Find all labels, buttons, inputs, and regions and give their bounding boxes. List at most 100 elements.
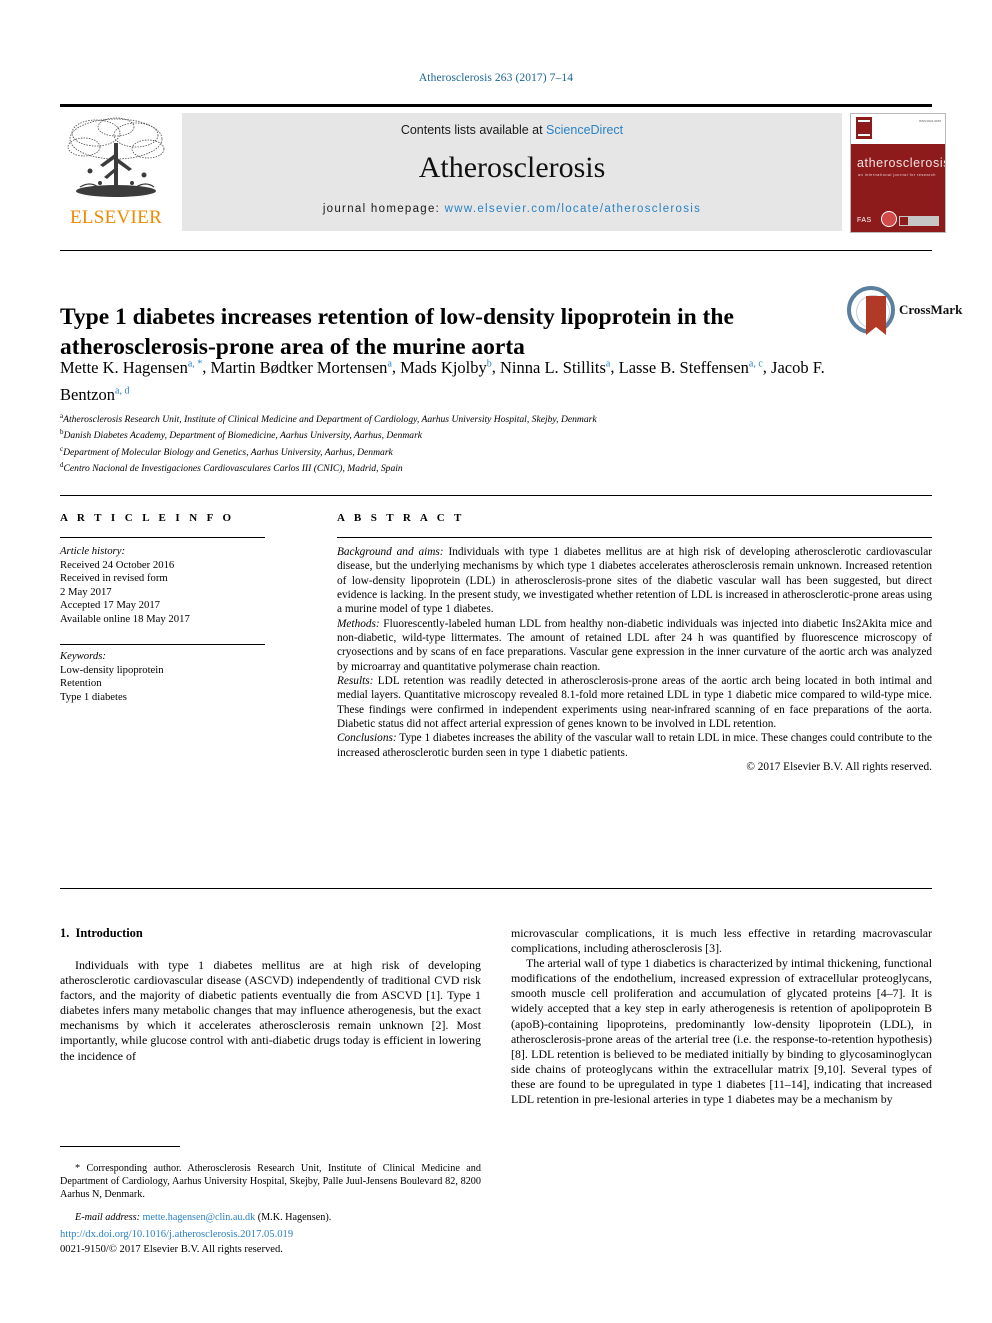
author-list: Mette K. Hagensena, *, Martin Bødtker Mo… [60, 357, 825, 405]
email-owner: (M.K. Hagensen). [257, 1212, 332, 1224]
journal-banner: Contents lists available at ScienceDirec… [182, 113, 842, 231]
keyword-item: Low-density lipoprotein [60, 663, 164, 676]
article-history-label: Article history: [60, 545, 126, 557]
affiliation-item: cDepartment of Molecular Biology and Gen… [60, 443, 880, 459]
journal-masthead: ELSEVIER Contents lists available at Sci… [60, 104, 946, 235]
running-head: Atherosclerosis 263 (2017) 7–14 [418, 72, 574, 84]
body-paragraph: The arterial wall of type 1 diabetics is… [511, 956, 932, 1107]
author-affil-marks[interactable]: b [487, 358, 492, 369]
elsevier-tree-logo: ELSEVIER [60, 113, 172, 231]
history-item: 2 May 2017 [60, 585, 112, 598]
keyword-item: Retention [60, 677, 102, 690]
homepage-label: journal homepage: [322, 203, 445, 215]
abstract-paragraph: Conclusions: Type 1 diabetes increases t… [337, 731, 932, 760]
affiliation-text: Department of Molecular Biology and Gene… [63, 446, 393, 458]
history-item: Accepted 17 May 2017 [60, 599, 161, 612]
footnote-divider [60, 1146, 180, 1147]
cover-seal-icon [881, 211, 897, 227]
body-paragraph: Individuals with type 1 diabetes mellitu… [60, 958, 481, 1063]
info-divider-mid [60, 537, 265, 538]
cover-fas-label: FAS [857, 217, 872, 224]
abstract-copyright: © 2017 Elsevier B.V. All rights reserved… [746, 761, 932, 774]
author-item: Mads Kjolbyb [400, 358, 492, 377]
elsevier-wordmark: ELSEVIER [69, 207, 163, 228]
affiliation-item: aAtherosclerosis Research Unit, Institut… [60, 410, 880, 426]
author-item: Mette K. Hagensena, * [60, 358, 202, 377]
affiliation-text: Atherosclerosis Research Unit, Institute… [63, 414, 597, 426]
title-divider [60, 250, 932, 251]
author-affil-marks[interactable]: a [606, 358, 610, 369]
crossmark-icon [847, 286, 895, 335]
abstract-section-text: LDL retention was readily detected in at… [337, 675, 932, 731]
cover-strip-logo [899, 216, 939, 226]
history-item: Received in revised form [60, 572, 168, 585]
corresponding-author-note: * Corresponding author. Atherosclerosis … [60, 1163, 481, 1201]
abstract-divider [337, 537, 932, 538]
crossmark-label: CrossMark [899, 302, 963, 317]
crossmark-bookmark-icon [866, 296, 886, 335]
author-name: Lasse B. Steffensen [618, 357, 749, 377]
author-name: Ninna L. Stillits [500, 357, 606, 377]
cover-journal-subtitle: an international journal for research [858, 172, 936, 177]
author-affil-marks[interactable]: a, * [188, 358, 202, 369]
article-info-heading: A R T I C L E I N F O [60, 512, 235, 524]
body-divider [60, 888, 932, 889]
author-item: Ninna L. Stillitsa [500, 358, 610, 377]
history-item: Available online 18 May 2017 [60, 612, 190, 625]
journal-article-page: Atherosclerosis 263 (2017) 7–14 ELSEVIER… [0, 0, 992, 1323]
contents-available-line: Contents lists available at ScienceDirec… [182, 123, 842, 137]
affiliation-list: aAtherosclerosis Research Unit, Institut… [60, 410, 880, 476]
body-paragraph: microvascular complications, it is much … [511, 926, 932, 956]
affiliation-text: Danish Diabetes Academy, Department of B… [63, 430, 423, 442]
info-divider-bottom [60, 644, 265, 645]
history-item: Received 24 October 2016 [60, 558, 175, 571]
cover-corner-note: ISSN 0021-9150 [918, 119, 941, 123]
abstract-section-label: Results: [337, 675, 374, 688]
section-title-text: Introduction [75, 926, 143, 940]
abstract-section-text: Fluorescently-labeled human LDL from hea… [337, 617, 932, 673]
author-item: Lasse B. Steffensena, c [619, 358, 763, 377]
author-affil-marks[interactable]: a, c [749, 358, 763, 369]
doi-link[interactable]: http://dx.doi.org/10.1016/j.atherosclero… [60, 1228, 481, 1242]
sciencedirect-link[interactable]: ScienceDirect [546, 123, 623, 137]
affiliation-item: bDanish Diabetes Academy, Department of … [60, 426, 880, 442]
body-column-left: Individuals with type 1 diabetes mellitu… [60, 958, 481, 1064]
elsevier-tree-icon [67, 117, 165, 197]
body-column-right: microvascular complications, it is much … [511, 926, 932, 1107]
homepage-url[interactable]: www.elsevier.com/locate/atherosclerosis [445, 203, 702, 215]
author-name: Martin Bødtker Mortensen [210, 357, 388, 377]
email-link[interactable]: mette.hagensen@clin.au.dk [143, 1212, 256, 1223]
issn-copyright-line: 0021-9150/© 2017 Elsevier B.V. All right… [60, 1244, 283, 1255]
info-divider-top [60, 495, 932, 496]
author-name: Mette K. Hagensen [60, 357, 188, 377]
abstract-paragraph: Background and aims: Individuals with ty… [337, 545, 932, 617]
crossmark-badge[interactable]: CrossMark [845, 282, 962, 338]
journal-title: Atherosclerosis [418, 151, 606, 184]
keywords-label: Keywords: [60, 650, 106, 662]
abstract-paragraph: Methods: Fluorescently-labeled human LDL… [337, 617, 932, 674]
author-affil-marks[interactable]: a, d [115, 386, 129, 397]
abstract-section-label: Conclusions: [337, 732, 397, 745]
article-history: Article history: Received 24 October 201… [60, 545, 270, 627]
cover-journal-name: atherosclerosis [857, 156, 946, 170]
abstract-section-label: Methods: [337, 617, 380, 630]
author-affil-marks[interactable]: a [387, 358, 391, 369]
cover-publisher-badge [856, 117, 872, 139]
abstract-paragraph: Results: LDL retention was readily detec… [337, 674, 932, 731]
footnote-block: * Corresponding author. Atherosclerosis … [60, 1152, 481, 1235]
affiliation-item: dCentro Nacional de Investigaciones Card… [60, 459, 880, 475]
cover-top-band: ISSN 0021-9150 [851, 114, 945, 144]
email-label: E-mail address: [75, 1212, 140, 1224]
author-item: Martin Bødtker Mortensena [211, 358, 392, 377]
keyword-item: Type 1 diabetes [60, 690, 127, 703]
contents-prefix: Contents lists available at [400, 123, 547, 137]
journal-homepage-line: journal homepage: www.elsevier.com/locat… [182, 203, 842, 215]
abstract-section-text: Type 1 diabetes increases the ability of… [337, 732, 932, 759]
section-number: 1. [60, 926, 70, 940]
journal-cover-thumbnail: ISSN 0021-9150 atherosclerosis an intern… [850, 113, 946, 233]
abstract-body: Background and aims: Individuals with ty… [337, 545, 932, 775]
abstract-section-label: Background and aims: [337, 546, 444, 558]
abstract-heading: A B S T R A C T [337, 512, 465, 524]
section-heading-introduction: 1. Introduction [60, 926, 143, 941]
keyword-list: Keywords: Low-density lipoprotein Retent… [60, 650, 270, 704]
